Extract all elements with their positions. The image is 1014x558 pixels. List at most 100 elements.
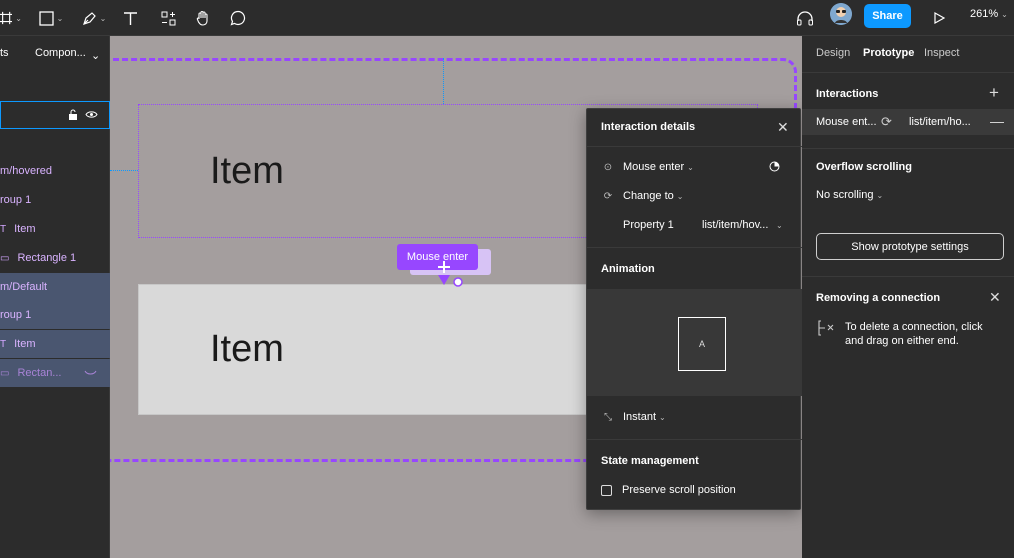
layer-row[interactable]: roup 1 (0, 186, 110, 214)
preserve-scroll-checkbox[interactable]: Preserve scroll position (601, 484, 736, 496)
tab-inspect[interactable]: Inspect (924, 47, 959, 59)
divider (802, 72, 1014, 73)
unlock-icon[interactable] (68, 109, 78, 120)
property-value: list/item/hov... (702, 219, 769, 231)
chevron-down-icon: ⌄ (676, 191, 684, 201)
guide-line (443, 58, 444, 104)
audio-button[interactable] (795, 0, 815, 36)
eye-icon[interactable] (85, 110, 98, 119)
chevron-down-icon: ⌄ (91, 50, 101, 62)
comment-icon (230, 10, 246, 26)
frame-layer-row[interactable] (0, 101, 110, 129)
transition-dropdown[interactable]: ⤡ Instant ⌄ (601, 411, 666, 423)
tab-prototype[interactable]: Prototype (863, 47, 914, 59)
layer-label: Rectan... (17, 367, 62, 379)
layer-label: m/hovered (0, 165, 52, 177)
action-value: Change to (623, 190, 674, 202)
layers-panel: ts Compon... ⌄ m/hovered roup 1 T Item ▭… (0, 36, 110, 558)
resources-tool[interactable] (158, 0, 178, 36)
state-management-heading: State management (601, 455, 699, 467)
properties-panel: Design Prototype Inspect Interactions + … (802, 36, 1014, 558)
layer-row-selected[interactable]: T Item (0, 330, 110, 358)
preview-frame: A (678, 317, 726, 371)
checkbox[interactable] (601, 484, 612, 496)
add-interaction-icon[interactable]: + (989, 83, 999, 103)
guide-line (110, 170, 138, 171)
interaction-row[interactable]: Mouse ent... ⟳ list/item/ho... — (802, 109, 1014, 135)
item-text: Item (210, 328, 284, 370)
layer-row-selected[interactable]: roup 1 (0, 301, 110, 329)
item-default-variant[interactable]: Item (138, 284, 598, 415)
preserve-scroll-label: Preserve scroll position (622, 484, 736, 496)
tab-components[interactable]: Compon... (35, 47, 86, 59)
hidden-eye-icon[interactable] (84, 370, 97, 376)
close-icon[interactable]: ✕ (777, 119, 789, 136)
pen-tool[interactable]: ⌄ (79, 0, 109, 36)
trigger-value: Mouse enter (623, 161, 685, 173)
layer-row[interactable]: ▭ Rectangle 1 (0, 244, 110, 272)
zoom-dropdown[interactable]: 261% ⌄ (970, 0, 1008, 28)
rectangle-icon (38, 10, 54, 26)
trigger-dropdown[interactable]: ⊙ Mouse enter ⌄ (601, 161, 791, 173)
tab-assets[interactable]: ts (0, 47, 9, 59)
tab-design[interactable]: Design (816, 47, 850, 59)
delay-icon[interactable] (769, 161, 780, 172)
chevron-down-icon: ⌄ (1001, 9, 1008, 19)
avatar-icon (830, 3, 852, 25)
removing-connection-text: and drag on either end. (845, 335, 959, 347)
avatar[interactable] (830, 3, 852, 25)
interactions-heading: Interactions (816, 88, 879, 100)
layer-row-selected[interactable]: m/Default (0, 273, 110, 301)
layer-row-selected[interactable]: ▭ Rectan... (0, 359, 110, 387)
text-tool[interactable] (120, 0, 140, 36)
layer-label: Item (14, 338, 36, 350)
headphones-icon (797, 11, 813, 26)
remove-interaction-icon[interactable]: — (990, 113, 1004, 129)
divider (587, 146, 802, 147)
show-prototype-settings-button[interactable]: Show prototype settings (816, 233, 1004, 260)
chevron-down-icon: ⌄ (776, 220, 783, 230)
resources-icon (161, 11, 175, 25)
rectangle-layer-icon: ▭ (0, 252, 10, 264)
shape-tool[interactable]: ⌄ (36, 0, 66, 36)
divider (802, 276, 1014, 277)
action-dropdown[interactable]: ⟳ Change to ⌄ (601, 190, 684, 202)
interaction-target: list/item/ho... (909, 116, 971, 128)
hand-icon (196, 10, 208, 26)
text-icon (123, 11, 137, 25)
present-button[interactable] (930, 0, 948, 36)
play-icon (934, 12, 945, 24)
layer-label: Item (14, 223, 36, 235)
property-name: Property 1 (623, 219, 674, 231)
divider (802, 148, 1014, 149)
toolbar: ⌄ ⌄ ⌄ Share 261% ⌄ (0, 0, 1014, 36)
hand-tool[interactable] (193, 0, 213, 36)
transition-value: Instant (623, 411, 657, 423)
overflow-dropdown[interactable]: No scrolling ⌄ (816, 189, 883, 201)
share-button[interactable]: Share (864, 4, 911, 28)
overflow-value: No scrolling (816, 189, 874, 201)
divider (587, 247, 802, 248)
text-layer-icon: T (0, 223, 7, 235)
layer-label: Rectangle 1 (17, 252, 77, 264)
property-row[interactable]: Property 1 list/item/hov... ⌄ (623, 219, 793, 231)
left-panel-tabs: ts Compon... ⌄ (0, 36, 110, 70)
layer-row[interactable]: m/hovered (0, 157, 110, 185)
animation-heading: Animation (601, 263, 655, 275)
rectangle-layer-icon: ▭ (0, 367, 10, 379)
animation-preview: A (587, 289, 802, 396)
chevron-down-icon: ⌄ (687, 162, 694, 172)
change-to-icon: ⟳ (603, 190, 613, 202)
add-connection-icon[interactable] (433, 259, 455, 287)
layer-row[interactable]: T Item (0, 215, 110, 243)
layer-label: roup 1 (0, 194, 32, 206)
divider (587, 439, 802, 440)
close-icon[interactable]: ✕ (989, 289, 1001, 306)
chevron-down-icon: ⌄ (15, 13, 22, 23)
comment-tool[interactable] (228, 0, 248, 36)
pen-icon (82, 11, 96, 25)
item-text: Item (210, 150, 284, 192)
frame-tool[interactable]: ⌄ (0, 0, 22, 36)
frame-icon (0, 11, 13, 25)
popup-title: Interaction details (601, 121, 696, 133)
